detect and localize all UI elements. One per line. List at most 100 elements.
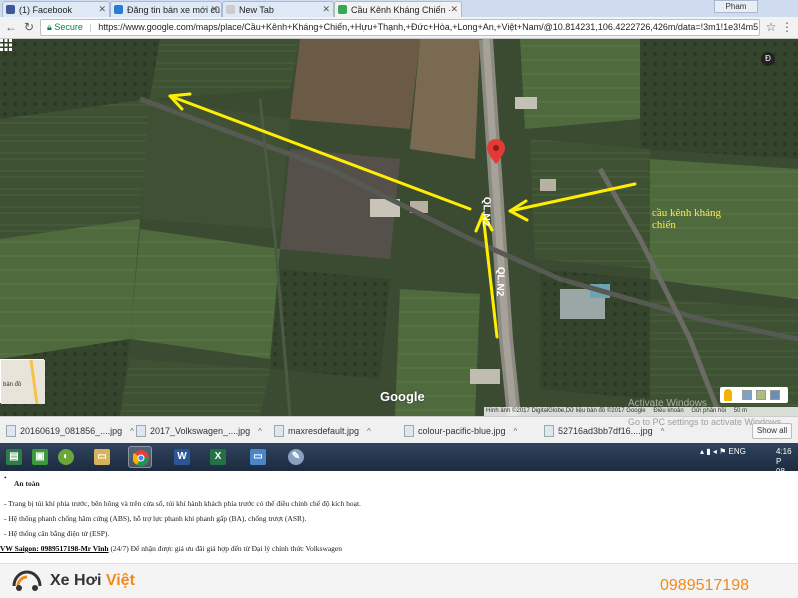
maps-icon <box>338 5 347 14</box>
tab-label: Cầu Kênh Kháng Chiến · <box>351 5 452 15</box>
download-filename: 20160619_081856_....jpg <box>20 426 123 436</box>
app-icon: ◐ <box>58 449 74 465</box>
tool-icon: ✎ <box>288 449 304 465</box>
download-item[interactable]: 2017_Volkswagen_....jpg ^ <box>136 423 262 439</box>
profile-chip[interactable]: Pham <box>714 0 758 13</box>
site-footer: Xe Hơi Việt 0989517198 <box>0 563 798 598</box>
spec-line: - Hệ thống phanh chống hãm cứng (ABS), h… <box>4 514 307 523</box>
download-filename: 52716ad3bb7df16....jpg <box>558 426 653 436</box>
taskbar-item[interactable]: ▤ <box>2 446 26 468</box>
apps-grid-icon[interactable] <box>0 39 12 51</box>
menu-icon[interactable]: ⋮ <box>780 20 794 34</box>
layer-thumb-icon[interactable] <box>756 390 766 400</box>
windows-taskbar: ▤ ▣ ◐ ▭ W X ▭ ✎ ▴ ▮ ◂ ⚑ ENG 4:16 P 08-Ma… <box>0 443 798 486</box>
flag-icon[interactable]: ⚑ <box>719 447 726 456</box>
brand-accent: Việt <box>105 572 135 589</box>
taskbar-item[interactable]: W <box>170 446 194 468</box>
facebook-icon <box>6 5 15 14</box>
article-content: • An toàn - Trang bị túi khí phía trước,… <box>0 471 798 563</box>
secure-label: Secure <box>54 22 83 32</box>
image-file-icon <box>136 425 146 437</box>
spec-line: - Trang bị túi khí phía trước, bên hông … <box>4 499 361 508</box>
brand-main: Xe Hơi <box>50 572 106 589</box>
chevron-up-icon[interactable]: ^ <box>130 427 134 436</box>
tab-google-maps[interactable]: Cầu Kênh Kháng Chiến · ✕ <box>334 1 462 17</box>
hotline-number[interactable]: 0989517198 <box>660 577 749 595</box>
contact-name[interactable]: VW Saigon: 0989517198-Mr Vĩnh <box>0 544 109 553</box>
satellite-map[interactable]: QL.N2 QL.N2 cầu kênh kháng chiến Đ bản đ… <box>0 39 798 416</box>
tab-dang-tin[interactable]: Đăng tin bán xe mới cũ ✕ <box>110 1 222 17</box>
chevron-up-icon[interactable]: ^ <box>514 427 518 436</box>
close-icon[interactable]: ✕ <box>322 4 330 15</box>
word-icon: W <box>174 449 190 465</box>
map-view-thumbnail[interactable]: bản đồ <box>0 359 45 404</box>
browser-toolbar: ← ↻ 🔒︎ Secure | https://www.google.com/m… <box>0 17 798 39</box>
tab-label: (1) Facebook <box>19 5 73 15</box>
volume-icon[interactable]: ◂ <box>713 447 717 456</box>
store-icon: ▤ <box>6 449 22 465</box>
close-icon[interactable]: ✕ <box>98 4 106 15</box>
download-item[interactable]: 20160619_081856_....jpg ^ <box>6 423 134 439</box>
terms-link[interactable]: Điều khoản <box>653 408 683 414</box>
network-icon[interactable]: ▮ <box>706 447 710 456</box>
back-icon[interactable]: ← <box>4 20 18 34</box>
image-file-icon <box>404 425 414 437</box>
account-avatar[interactable]: Đ <box>761 52 775 66</box>
chevron-up-icon[interactable]: ^ <box>258 427 262 436</box>
download-filename: 2017_Volkswagen_....jpg <box>150 426 251 436</box>
taskbar-item[interactable]: ✎ <box>284 446 308 468</box>
thumbnail-label: bản đồ <box>3 382 22 388</box>
chrome-icon <box>133 450 149 466</box>
image-file-icon <box>6 425 16 437</box>
scale-label: 50 m <box>733 408 748 414</box>
layer-thumb-icon[interactable] <box>742 390 752 400</box>
browser-tab-strip: (1) Facebook ✕ Đăng tin bán xe mới cũ ✕ … <box>0 0 798 17</box>
pegman-icon[interactable] <box>724 389 732 401</box>
contact-text: (24/7) Để nhận được giá ưu đãi giá hợp đ… <box>108 544 343 553</box>
feedback-link[interactable]: Gửi phản hồi <box>691 408 726 414</box>
callout-line: cầu kênh kháng <box>652 207 722 219</box>
section-heading: An toàn <box>14 479 40 488</box>
road-label: QL.N2 <box>479 196 492 227</box>
car-logo-icon <box>12 570 42 591</box>
url-text: https://www.google.com/maps/place/Cầu+Kê… <box>98 22 760 32</box>
tab-facebook[interactable]: (1) Facebook ✕ <box>2 1 110 17</box>
chevron-up-icon[interactable]: ^ <box>367 427 371 436</box>
page-icon <box>114 5 123 14</box>
tab-new-tab[interactable]: New Tab ✕ <box>222 1 334 17</box>
image-file-icon <box>544 425 554 437</box>
language-indicator[interactable]: ENG <box>729 447 746 456</box>
taskbar-item[interactable]: ▭ <box>246 446 270 468</box>
reload-icon[interactable]: ↻ <box>22 20 36 34</box>
page-icon <box>226 5 235 14</box>
clock-time: 4:16 P <box>776 447 792 466</box>
spec-line: - Hệ thống cân bằng điện tử (ESP). <box>4 529 110 538</box>
star-icon[interactable]: ☆ <box>764 20 778 34</box>
taskbar-item-chrome[interactable] <box>128 446 152 468</box>
download-item[interactable]: 52716ad3bb7df16....jpg ^ <box>544 423 664 439</box>
close-icon[interactable]: ✕ <box>450 4 458 15</box>
layer-thumb-icon[interactable] <box>770 390 780 400</box>
download-filename: colour-pacific-blue.jpg <box>418 426 506 436</box>
callout-line: chiến <box>652 219 676 231</box>
download-item[interactable]: colour-pacific-blue.jpg ^ <box>404 423 517 439</box>
attribution-text: Hình ảnh ©2017 DigitalGlobe,Dữ liệu bản … <box>486 408 646 414</box>
taskbar-item[interactable]: ▣ <box>28 446 52 468</box>
show-all-button[interactable]: Show all <box>752 423 792 439</box>
bridge-callout: cầu kênh kháng chiến <box>652 207 762 231</box>
brand-name[interactable]: Xe Hơi Việt <box>50 572 135 590</box>
image-viewer-icon: ▭ <box>250 449 266 465</box>
taskbar-item[interactable]: X <box>206 446 230 468</box>
address-bar[interactable]: 🔒︎ Secure | https://www.google.com/maps/… <box>40 19 760 36</box>
excel-icon: X <box>210 449 226 465</box>
close-icon[interactable]: ✕ <box>210 4 218 15</box>
chevron-up-icon[interactable]: ▴ <box>700 447 704 456</box>
taskbar-item[interactable]: ◐ <box>54 446 78 468</box>
taskbar-item[interactable]: ▭ <box>90 446 114 468</box>
download-item[interactable]: maxresdefault.jpg ^ <box>274 423 371 439</box>
google-logo: Google <box>380 389 425 404</box>
chevron-up-icon[interactable]: ^ <box>661 427 665 436</box>
system-tray: ▴ ▮ ◂ ⚑ ENG <box>700 447 746 456</box>
downloads-bar: Go to PC settings to activate Windows. 2… <box>0 416 798 443</box>
map-attribution: Hình ảnh ©2017 DigitalGlobe,Dữ liệu bản … <box>484 407 798 416</box>
